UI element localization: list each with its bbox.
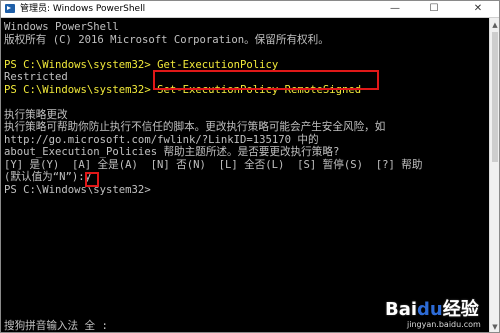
console-output[interactable]: Windows PowerShell 版权所有 (C) 2016 Microso… — [1, 18, 489, 332]
watermark-url: jingyan.baidu.com — [407, 320, 481, 329]
baidu-watermark: Baidu经验 jingyan.baidu.com — [385, 299, 499, 331]
console-line-default-answer: (默认值为“N”):y — [4, 171, 92, 183]
highlight-box-answer — [85, 172, 99, 187]
console-line-prompt: PS C:\Windows\system32> — [4, 183, 151, 196]
scroll-thumb[interactable] — [492, 32, 498, 162]
powershell-window: 管理员: Windows PowerShell — ☐ ✕ Windows Po… — [0, 0, 500, 333]
title-bar[interactable]: 管理员: Windows PowerShell — ☐ ✕ — [1, 1, 499, 18]
console-line-warning: 执行策略可帮助你防止执行不信任的脚本。更改执行策略可能会产生安全风险，如 — [4, 121, 386, 133]
highlight-box-command — [153, 70, 379, 90]
minimize-button[interactable]: — — [380, 1, 410, 17]
powershell-icon — [5, 4, 15, 13]
baidu-logo: Baidu经验 — [385, 299, 479, 320]
console-line-policy-change: 执行策略更改 — [4, 108, 68, 121]
console-line-link: http://go.microsoft.com/fwlink/?LinkID=1… — [4, 133, 319, 146]
vertical-scrollbar[interactable]: ▲ ▼ — [489, 18, 499, 332]
console-line-banner: Windows PowerShell — [4, 21, 119, 33]
window-title: 管理员: Windows PowerShell — [20, 4, 146, 14]
console-line-copyright: 版权所有 (C) 2016 Microsoft Corporation。保留所有… — [4, 33, 329, 46]
maximize-button[interactable]: ☐ — [419, 1, 449, 17]
console-lines: Windows PowerShell 版权所有 (C) 2016 Microso… — [4, 21, 422, 196]
console-line-help-topic: about_Execution_Policies 帮助主题所述。是否要更改执行策… — [4, 146, 340, 158]
close-button[interactable]: ✕ — [463, 1, 493, 17]
scroll-up-icon[interactable]: ▲ — [491, 20, 499, 30]
ime-status: 搜狗拼音输入法 全 : — [4, 320, 108, 332]
paw-icon: du — [417, 299, 443, 320]
console-line-options: [Y] 是(Y) [A] 全是(A) [N] 否(N) [L] 全否(L) [S… — [4, 158, 423, 171]
